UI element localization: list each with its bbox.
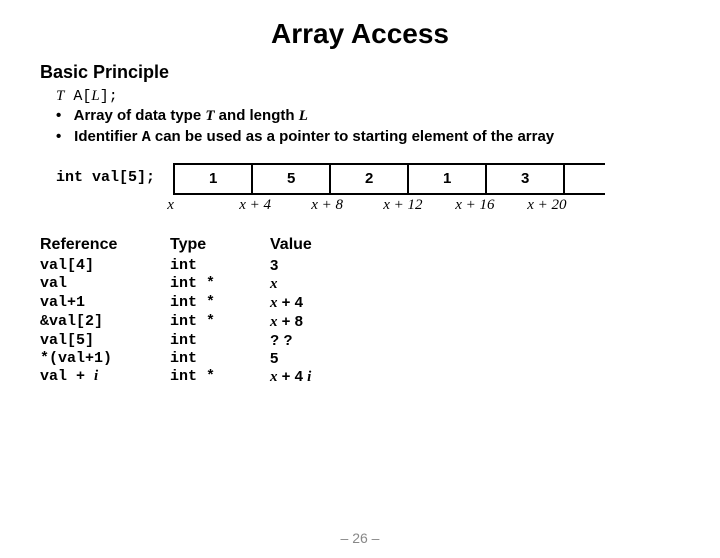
ref-6-i: i — [94, 368, 98, 384]
col-reference: Reference — [40, 236, 170, 254]
slide-title: Array Access — [0, 18, 720, 50]
val-0: 3 — [270, 257, 390, 274]
length-L: L — [91, 88, 99, 104]
array-figure: 1 5 2 1 3 x x + 4 x + 8 x + 12 x + 16 x … — [173, 163, 605, 214]
val-4: ? ? — [270, 332, 390, 349]
addr-1: x + 4 — [239, 197, 317, 214]
val-6-x: x — [270, 369, 278, 385]
cell-2: 2 — [329, 165, 407, 193]
page-number: – 26 – — [0, 530, 720, 546]
bullet-2: • Identifier A can be used as a pointer … — [56, 127, 720, 148]
addr-3: x + 12 — [383, 197, 461, 214]
val-1: x — [270, 275, 390, 293]
col-value: Value — [270, 236, 390, 254]
type-1: int * — [170, 275, 270, 293]
bullet-1-T: T — [205, 108, 214, 124]
val-2: x + 4 — [270, 294, 390, 312]
addr-0: x — [167, 197, 245, 214]
address-row: x x + 4 x + 8 x + 12 x + 16 x + 20 — [173, 197, 605, 214]
ref-6-pre: val + — [40, 368, 94, 385]
bullet-2-A: A — [142, 129, 151, 146]
bullet-1-text-a: Array of data type — [74, 107, 206, 124]
type-2: int * — [170, 294, 270, 312]
col-type: Type — [170, 236, 270, 254]
type-0: int — [170, 257, 270, 274]
type-5: int — [170, 350, 270, 367]
declaration-line: T A[L]; — [56, 87, 720, 105]
val-5: 5 — [270, 350, 390, 367]
val-3-rest: + 8 — [278, 313, 303, 330]
array-declaration: int val[5]; — [56, 163, 155, 186]
bullet-1-L: L — [299, 108, 308, 124]
ref-1: val — [40, 275, 170, 293]
val-1-x: x — [270, 276, 278, 292]
ref-0: val[4] — [40, 257, 170, 274]
ref-5: *(val+1) — [40, 350, 170, 367]
val-6: x + 4 i — [270, 368, 390, 386]
type-6: int * — [170, 368, 270, 386]
bullet-list: • Array of data type T and length L • Id… — [56, 106, 720, 149]
ref-4: val[5] — [40, 332, 170, 349]
bullet-1: • Array of data type T and length L — [56, 106, 720, 126]
val-2-rest: + 4 — [278, 294, 303, 311]
array-cells: 1 5 2 1 3 — [173, 163, 605, 195]
addr-2: x + 8 — [311, 197, 389, 214]
bullet-2-text-a: Identifier — [74, 128, 142, 145]
type-4: int — [170, 332, 270, 349]
bullet-1-text-b: and length — [215, 107, 299, 124]
val-6-i: i — [307, 369, 311, 385]
val-6-mid: + 4 — [278, 368, 308, 385]
cell-3: 1 — [407, 165, 485, 193]
ref-3: &val[2] — [40, 313, 170, 331]
cell-0: 1 — [173, 165, 251, 193]
type-3: int * — [170, 313, 270, 331]
bullet-2-text-b: can be used as a pointer to starting ele… — [151, 128, 554, 145]
array-figure-block: int val[5]; 1 5 2 1 3 x x + 4 x + 8 x + … — [56, 163, 720, 214]
val-3: x + 8 — [270, 313, 390, 331]
section-heading: Basic Principle — [40, 62, 720, 83]
ref-6: val + i — [40, 368, 170, 386]
val-3-x: x — [270, 314, 278, 330]
cell-1: 5 — [251, 165, 329, 193]
cell-4: 3 — [485, 165, 565, 193]
val-2-x: x — [270, 295, 278, 311]
reference-table: Reference Type Value val[4] int 3 val in… — [40, 236, 720, 386]
code-A-open: A[ — [64, 88, 91, 105]
code-close: ]; — [100, 88, 118, 105]
bullet-dot: • — [56, 106, 70, 126]
addr-5: x + 20 — [527, 197, 605, 214]
bullet-dot: • — [56, 127, 70, 147]
ref-2: val+1 — [40, 294, 170, 312]
addr-4: x + 16 — [455, 197, 533, 214]
